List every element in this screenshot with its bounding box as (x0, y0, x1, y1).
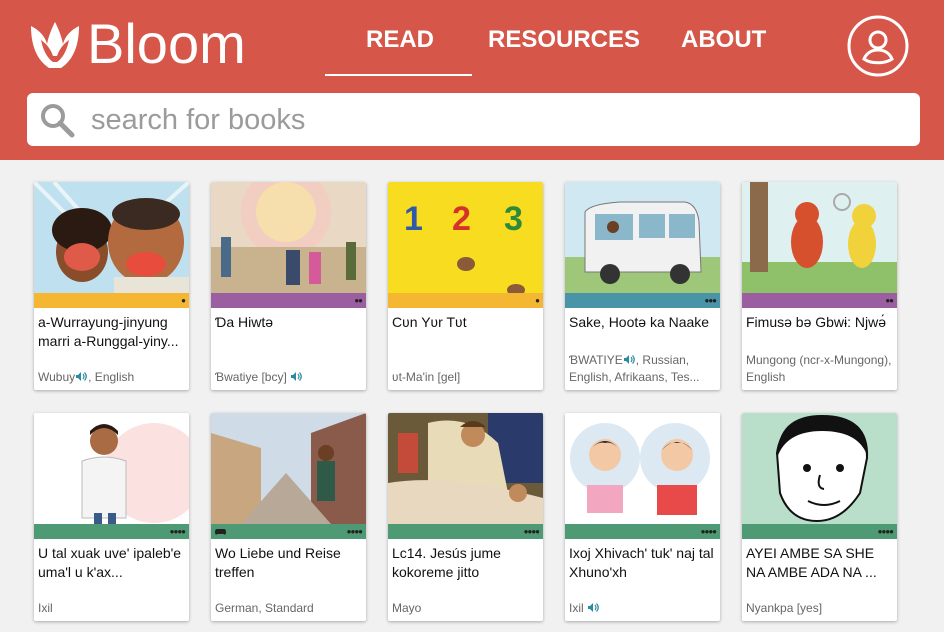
search-input[interactable] (89, 99, 893, 141)
book-language: ƁWATIYE, Russian, English, Afrikaans, Te… (569, 353, 700, 384)
book-cover-image (211, 182, 366, 293)
book-title: AYEI AMBE SA SHE NA AMBE ADA NA ... (746, 545, 877, 580)
book-title: a-Wurrayung-jinyung marri a-Runggal-yiny… (38, 314, 179, 349)
book-title: U tal xuak uve' ipaleb'e uma'l u k'ax... (38, 545, 182, 580)
game-controller-icon (215, 529, 226, 535)
book-language: ʋt-Ma'in [gel] (392, 370, 461, 384)
search-bar (27, 93, 920, 146)
book-card[interactable]: ●● Fimusə bə Gbwɨ: Njwə́ Mungong (ncr-x-… (742, 182, 897, 390)
audio-icon (623, 355, 635, 364)
svg-text:2: 2 (452, 200, 471, 238)
level-bar: ●●●● (388, 524, 543, 539)
book-language: German, Standard (215, 601, 314, 615)
book-card[interactable]: ●●● Sake, Hootə ka Naake ƁWATIYE, Russia… (565, 182, 720, 390)
book-cover-image (34, 182, 189, 293)
level-bar: ●●●● (742, 524, 897, 539)
audio-icon (291, 372, 302, 381)
level-dots: ●●●● (877, 527, 894, 536)
brand-name: Bloom (87, 12, 246, 75)
book-card[interactable]: 1 2 3 ● Cʋn Yʋr Tʋt ʋt-Ma'in [gel] (388, 182, 543, 390)
book-language: Nyankpa [yes] (746, 601, 823, 615)
book-cover-image: 1 2 3 (388, 182, 543, 293)
level-dots: ●●● (704, 296, 717, 305)
book-cover-image (565, 413, 720, 524)
nav-active-indicator (325, 74, 472, 76)
book-card[interactable]: ●● Ɗa Hiwtə Ɓwatiye [bcy] (211, 182, 366, 390)
bloom-flower-icon (31, 22, 79, 68)
level-bar: ●● (742, 293, 897, 308)
book-cover-image (565, 182, 720, 293)
level-bar: ● (34, 293, 189, 308)
book-title: Wo Liebe und Reise treffen (215, 545, 341, 580)
site-header: Bloom READ RESOURCES ABOUT (0, 0, 944, 160)
book-language: Mungong (ncr-x-Mungong), English (746, 353, 892, 384)
level-bar: ● (388, 293, 543, 308)
book-title: Ixoj Xhivach' tuk' naj tal Xhuno'xh (569, 545, 714, 580)
bloom-logo[interactable]: Bloom (27, 14, 246, 74)
book-cover-image (742, 182, 897, 293)
nav-about[interactable]: ABOUT (681, 26, 766, 54)
level-bar: ●●●● (211, 524, 366, 539)
book-cover-image (211, 413, 366, 524)
level-dots: ●●●● (523, 527, 540, 536)
book-language: Mayo (392, 601, 422, 615)
book-title: Fimusə bə Gbwɨ: Njwə́ (746, 314, 887, 330)
book-cover-image (742, 413, 897, 524)
audio-icon (76, 372, 87, 381)
book-card[interactable]: ●●●● Wo Liebe und Reise treffen German, … (211, 413, 366, 621)
level-bar: ●●● (565, 293, 720, 308)
level-dots: ●●●● (700, 527, 717, 536)
book-title: Sake, Hootə ka Naake (569, 314, 710, 330)
book-language: Ixil (38, 601, 53, 615)
search-icon (41, 104, 75, 138)
book-card[interactable]: ●●●● U tal xuak uve' ipaleb'e uma'l u k'… (34, 413, 189, 621)
svg-text:1: 1 (404, 200, 423, 238)
level-dots: ● (181, 296, 186, 305)
nav-resources[interactable]: RESOURCES (488, 26, 640, 54)
level-dots: ●● (885, 296, 894, 305)
level-bar: ●●●● (565, 524, 720, 539)
level-dots: ●●●● (169, 527, 186, 536)
book-cover-image (34, 413, 189, 524)
level-dots: ● (535, 296, 540, 305)
nav-read[interactable]: READ (366, 26, 434, 54)
level-bar: ●●●● (34, 524, 189, 539)
book-language: Ɓwatiye [bcy] (215, 369, 363, 386)
audio-icon (588, 603, 599, 612)
level-dots: ●●●● (346, 527, 363, 536)
book-cover-image (388, 413, 543, 524)
book-card[interactable]: ●●●● Lc14. Jesús jume kokoreme jitto May… (388, 413, 543, 621)
level-dots: ●● (354, 296, 363, 305)
book-title: Lc14. Jesús jume kokoreme jitto (392, 545, 501, 580)
level-bar: ●● (211, 293, 366, 308)
book-language: Ixil (569, 600, 717, 617)
user-account-icon[interactable] (847, 15, 909, 77)
book-card[interactable]: ● a-Wurrayung-jinyung marri a-Runggal-yi… (34, 182, 189, 390)
book-card[interactable]: ●●●● Ixoj Xhivach' tuk' naj tal Xhuno'xh… (565, 413, 720, 621)
book-language: Wubuy, English (38, 370, 135, 384)
book-title: Ɗa Hiwtə (215, 314, 274, 330)
book-title: Cʋn Yʋr Tʋt (392, 314, 467, 330)
book-card[interactable]: ●●●● AYEI AMBE SA SHE NA AMBE ADA NA ...… (742, 413, 897, 621)
svg-text:3: 3 (504, 200, 523, 238)
